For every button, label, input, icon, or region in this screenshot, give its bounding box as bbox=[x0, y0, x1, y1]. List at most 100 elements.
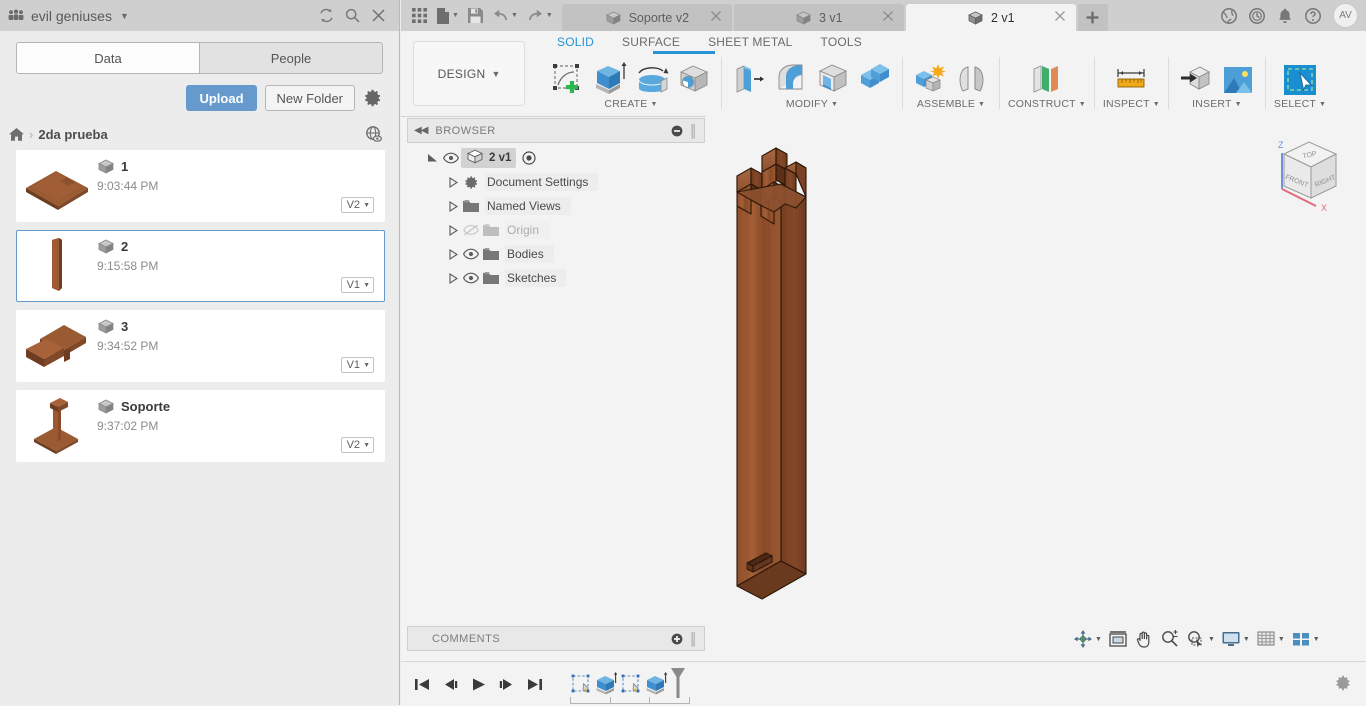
file-card-soporte[interactable]: Soporte 9:37:02 PM V2 ▼ bbox=[16, 390, 385, 462]
close-icon[interactable] bbox=[710, 10, 722, 22]
insert-derive-icon[interactable] bbox=[1177, 57, 1215, 97]
search-icon[interactable] bbox=[339, 4, 365, 28]
tab-people[interactable]: People bbox=[199, 43, 382, 73]
file-version-selector[interactable]: V2 ▼ bbox=[340, 437, 374, 453]
step-back-icon[interactable] bbox=[441, 675, 460, 694]
new-document-tab-button[interactable] bbox=[1077, 4, 1108, 31]
close-icon[interactable] bbox=[1054, 10, 1066, 22]
tree-node-document-settings[interactable]: Document Settings bbox=[407, 170, 705, 194]
modify-group-label[interactable]: MODIFY ▼ bbox=[786, 98, 838, 110]
eye-icon[interactable] bbox=[441, 150, 461, 166]
select-window-cursor-icon[interactable] bbox=[1281, 57, 1319, 97]
tree-node-sketches[interactable]: Sketches bbox=[407, 266, 705, 290]
file-card-1[interactable]: 1 9:03:44 PM V2 ▼ bbox=[16, 150, 385, 222]
press-pull-icon[interactable] bbox=[730, 57, 768, 97]
offset-plane-icon[interactable] bbox=[1028, 57, 1066, 97]
orbit-icon[interactable]: ▼ bbox=[1071, 628, 1104, 650]
upload-button[interactable]: Upload bbox=[186, 85, 257, 111]
new-component-icon[interactable] bbox=[911, 57, 949, 97]
document-tab-soporte-v2[interactable]: Soporte v2 bbox=[561, 4, 732, 31]
create-sketch-icon[interactable] bbox=[549, 57, 587, 97]
breadcrumb-current-folder[interactable]: 2da prueba bbox=[38, 127, 107, 142]
zoom-magnifier-icon[interactable] bbox=[1158, 628, 1182, 650]
eye-icon[interactable] bbox=[461, 246, 481, 262]
construct-group-label[interactable]: CONSTRUCT ▼ bbox=[1008, 98, 1086, 110]
eye-icon[interactable] bbox=[461, 270, 481, 286]
pan-hand-icon[interactable] bbox=[1132, 628, 1156, 650]
tab-tools[interactable]: TOOLS bbox=[807, 31, 876, 53]
fillet-icon[interactable] bbox=[772, 57, 810, 97]
skip-to-start-icon[interactable] bbox=[413, 675, 432, 694]
revolve-icon[interactable] bbox=[633, 57, 671, 97]
select-group-label[interactable]: SELECT ▼ bbox=[1274, 98, 1326, 110]
new-folder-button[interactable]: New Folder bbox=[264, 85, 355, 111]
expand-triangle-icon[interactable] bbox=[445, 222, 461, 238]
double-chevron-left-icon[interactable]: ◀◀ bbox=[414, 125, 428, 136]
tree-node-bodies[interactable]: Bodies bbox=[407, 242, 705, 266]
sketch-feature-icon[interactable] bbox=[618, 671, 643, 697]
chevron-down-icon[interactable]: ▼ bbox=[511, 12, 518, 19]
new-file-icon[interactable]: ▼ bbox=[433, 4, 462, 28]
extrude-icon[interactable] bbox=[591, 57, 629, 97]
globe-eye-icon[interactable] bbox=[365, 125, 383, 143]
eye-hidden-icon[interactable] bbox=[461, 222, 481, 238]
hole-icon[interactable] bbox=[675, 57, 713, 97]
display-settings-icon[interactable]: ▼ bbox=[1219, 628, 1252, 650]
tree-node-named-views[interactable]: Named Views bbox=[407, 194, 705, 218]
gear-icon[interactable] bbox=[1334, 674, 1352, 695]
file-version-selector[interactable]: V1 ▼ bbox=[340, 277, 374, 293]
notifications-bell-icon[interactable] bbox=[1272, 3, 1298, 29]
workspace-switcher-design[interactable]: DESIGN ▼ bbox=[413, 41, 525, 106]
combine-icon[interactable] bbox=[856, 57, 894, 97]
insert-group-label[interactable]: INSERT ▼ bbox=[1192, 98, 1242, 110]
viewports-icon[interactable]: ▼ bbox=[1289, 628, 1322, 650]
expand-triangle-icon[interactable] bbox=[445, 246, 461, 262]
grid-apps-icon[interactable] bbox=[409, 4, 430, 28]
document-tab-3-v1[interactable]: 3 v1 bbox=[733, 4, 904, 31]
grid-snaps-icon[interactable]: ▼ bbox=[1254, 628, 1287, 650]
undo-icon[interactable]: ▼ bbox=[489, 4, 521, 28]
chevron-down-icon[interactable]: ▼ bbox=[1208, 636, 1215, 643]
radio-target-icon[interactable] bbox=[519, 150, 539, 166]
shell-icon[interactable] bbox=[814, 57, 852, 97]
plus-circle-icon[interactable] bbox=[671, 633, 683, 645]
tree-root-row[interactable]: 2 v1 bbox=[407, 146, 705, 170]
panel-resize-grip[interactable]: ║ bbox=[689, 124, 698, 138]
tab-solid[interactable]: SOLID bbox=[543, 31, 608, 53]
file-card-2[interactable]: 2 9:15:58 PM V1 ▼ bbox=[16, 230, 385, 302]
zoom-window-icon[interactable]: ▼ bbox=[1184, 628, 1217, 650]
look-at-icon[interactable] bbox=[1106, 628, 1130, 650]
3d-viewport-canvas[interactable]: TOP FRONT RIGHT Z X ▼ ▼ ▼ ▼ ▼ bbox=[706, 116, 1366, 661]
chevron-down-icon[interactable]: ▼ bbox=[452, 12, 459, 19]
expand-triangle-icon[interactable] bbox=[425, 150, 441, 166]
recent-clock-icon[interactable] bbox=[1244, 3, 1270, 29]
file-version-selector[interactable]: V2 ▼ bbox=[340, 197, 374, 213]
tree-node-origin[interactable]: Origin bbox=[407, 218, 705, 242]
chevron-down-icon[interactable]: ▼ bbox=[120, 11, 129, 21]
minus-circle-icon[interactable] bbox=[671, 125, 683, 137]
chevron-down-icon[interactable]: ▼ bbox=[1095, 636, 1102, 643]
tab-data[interactable]: Data bbox=[17, 43, 199, 73]
job-status-globe-icon[interactable] bbox=[1216, 3, 1242, 29]
close-icon[interactable] bbox=[882, 10, 894, 22]
root-component-chip[interactable]: 2 v1 bbox=[461, 148, 517, 168]
file-card-3[interactable]: 3 9:34:52 PM V1 ▼ bbox=[16, 310, 385, 382]
home-icon[interactable] bbox=[8, 127, 25, 142]
measure-ruler-icon[interactable] bbox=[1112, 57, 1150, 97]
expand-triangle-icon[interactable] bbox=[445, 198, 461, 214]
tab-surface[interactable]: SURFACE bbox=[608, 31, 694, 53]
file-version-selector[interactable]: V1 ▼ bbox=[340, 357, 374, 373]
assemble-group-label[interactable]: ASSEMBLE ▼ bbox=[917, 98, 985, 110]
play-icon[interactable] bbox=[469, 675, 488, 694]
refresh-icon[interactable] bbox=[313, 4, 339, 28]
redo-icon[interactable]: ▼ bbox=[524, 4, 556, 28]
skip-to-end-icon[interactable] bbox=[525, 675, 544, 694]
chevron-down-icon[interactable]: ▼ bbox=[546, 12, 553, 19]
joint-icon[interactable] bbox=[953, 57, 991, 97]
step-forward-icon[interactable] bbox=[497, 675, 516, 694]
chevron-down-icon[interactable]: ▼ bbox=[1278, 636, 1285, 643]
chevron-down-icon[interactable]: ▼ bbox=[1243, 636, 1250, 643]
document-tab-2-v1[interactable]: 2 v1 bbox=[905, 4, 1076, 31]
inspect-group-label[interactable]: INSPECT ▼ bbox=[1103, 98, 1160, 110]
close-icon[interactable] bbox=[365, 4, 391, 28]
